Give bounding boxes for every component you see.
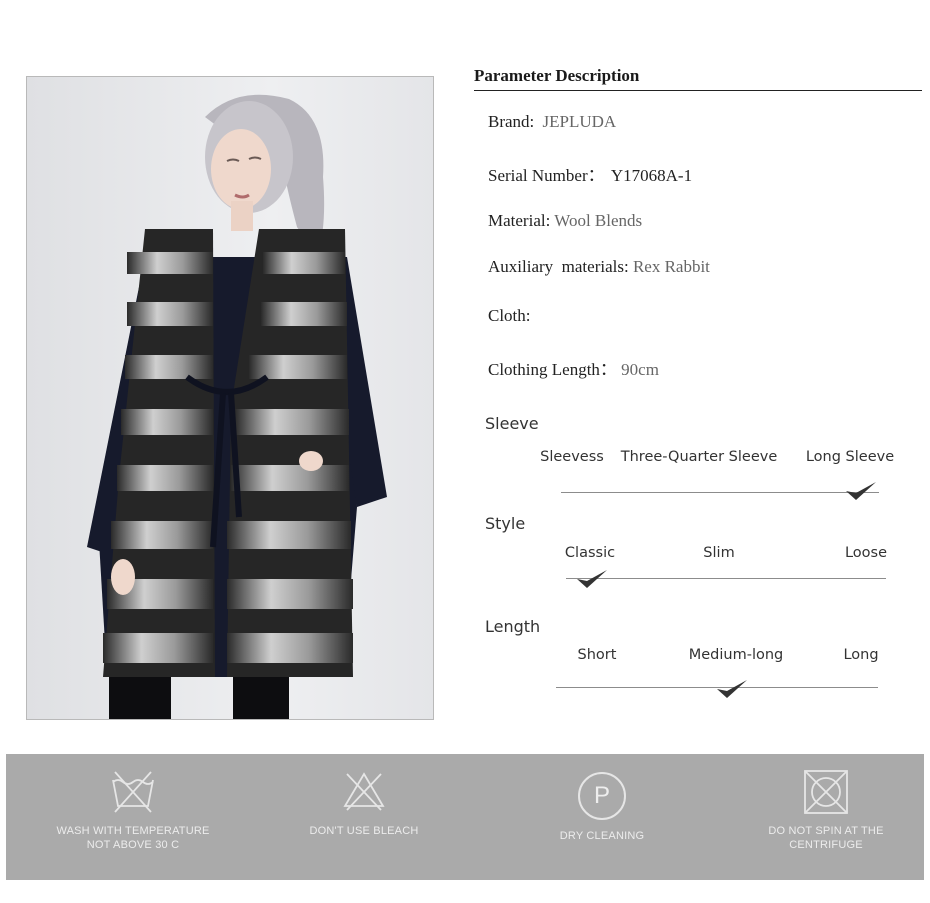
brand-label: Brand: bbox=[488, 112, 535, 131]
sleeve-scale-line bbox=[561, 492, 879, 493]
wash-tub-crossed-icon bbox=[112, 771, 154, 813]
length-option-short: Short bbox=[577, 647, 617, 663]
dry-clean-symbol: P bbox=[593, 782, 610, 809]
care-spin-line2: CENTRIFUGE bbox=[789, 839, 863, 851]
bleach-triangle-crossed-icon bbox=[343, 772, 385, 811]
length-option-long: Long bbox=[843, 647, 879, 663]
auxiliary-row: Auxiliary materials: Rex Rabbit bbox=[488, 257, 710, 277]
cloth-label: Cloth: bbox=[488, 306, 531, 325]
model-illustration bbox=[27, 77, 433, 719]
auxiliary-value: Rex Rabbit bbox=[632, 257, 710, 276]
care-dry-clean: P DRY CLEANING bbox=[502, 754, 702, 880]
style-checkmark-icon bbox=[577, 570, 607, 588]
clothing-length-row: Clothing Length： 90cm bbox=[488, 355, 659, 380]
material-row: Material: Wool Blends bbox=[488, 211, 642, 231]
sleeve-option-sleeveless: Sleevess bbox=[540, 449, 604, 465]
style-option-slim: Slim bbox=[703, 545, 735, 561]
sleeve-title: Sleeve bbox=[485, 414, 539, 433]
length-title: Length bbox=[485, 617, 541, 636]
care-dry-clean-text: DRY CLEANING bbox=[559, 830, 645, 842]
style-option-loose: Loose bbox=[844, 545, 888, 561]
serial-label: Serial Number： bbox=[488, 166, 605, 185]
care-spin: DO NOT SPIN AT THE CENTRIFUGE bbox=[726, 754, 926, 880]
sleeve-option-long: Long Sleeve bbox=[805, 449, 895, 465]
sleeve-option-three-quarter: Three-Quarter Sleeve bbox=[620, 449, 778, 465]
care-instructions-band: WASH WITH TEMPERATURE NOT ABOVE 30 C DON… bbox=[6, 754, 924, 880]
style-scale-line bbox=[566, 578, 886, 579]
length-option-medium-long: Medium-long bbox=[688, 647, 784, 663]
cloth-row: Cloth: bbox=[488, 306, 531, 326]
tumble-dry-crossed-icon bbox=[804, 770, 848, 814]
clothing-length-value: 90cm bbox=[621, 360, 659, 379]
care-bleach-text: DON'T USE BLEACH bbox=[309, 825, 419, 837]
sleeve-checkmark-icon bbox=[846, 482, 876, 500]
care-wash: WASH WITH TEMPERATURE NOT ABOVE 30 C bbox=[33, 754, 233, 880]
auxiliary-label: Auxiliary materials: bbox=[488, 257, 629, 276]
material-value: Wool Blends bbox=[554, 211, 643, 230]
parameter-title: Parameter Description bbox=[474, 66, 640, 85]
serial-value: Y17068A-1 bbox=[610, 166, 693, 185]
clothing-length-label: Clothing Length： bbox=[488, 360, 617, 379]
style-option-classic: Classic bbox=[564, 545, 616, 561]
material-label: Material: bbox=[488, 211, 551, 230]
style-title: Style bbox=[485, 514, 526, 533]
care-spin-line1: DO NOT SPIN AT THE bbox=[768, 825, 884, 837]
serial-row: Serial Number： Y17068A-1 bbox=[488, 161, 692, 186]
product-photo bbox=[26, 76, 434, 720]
length-checkmark-icon bbox=[717, 680, 747, 698]
brand-value: JEPLUDA bbox=[542, 112, 617, 131]
brand-row: Brand: JEPLUDA bbox=[488, 112, 616, 132]
care-bleach: DON'T USE BLEACH bbox=[264, 754, 464, 880]
care-wash-line1: WASH WITH TEMPERATURE bbox=[56, 825, 210, 837]
care-wash-line2: NOT ABOVE 30 C bbox=[86, 839, 180, 851]
parameter-divider bbox=[474, 90, 922, 91]
